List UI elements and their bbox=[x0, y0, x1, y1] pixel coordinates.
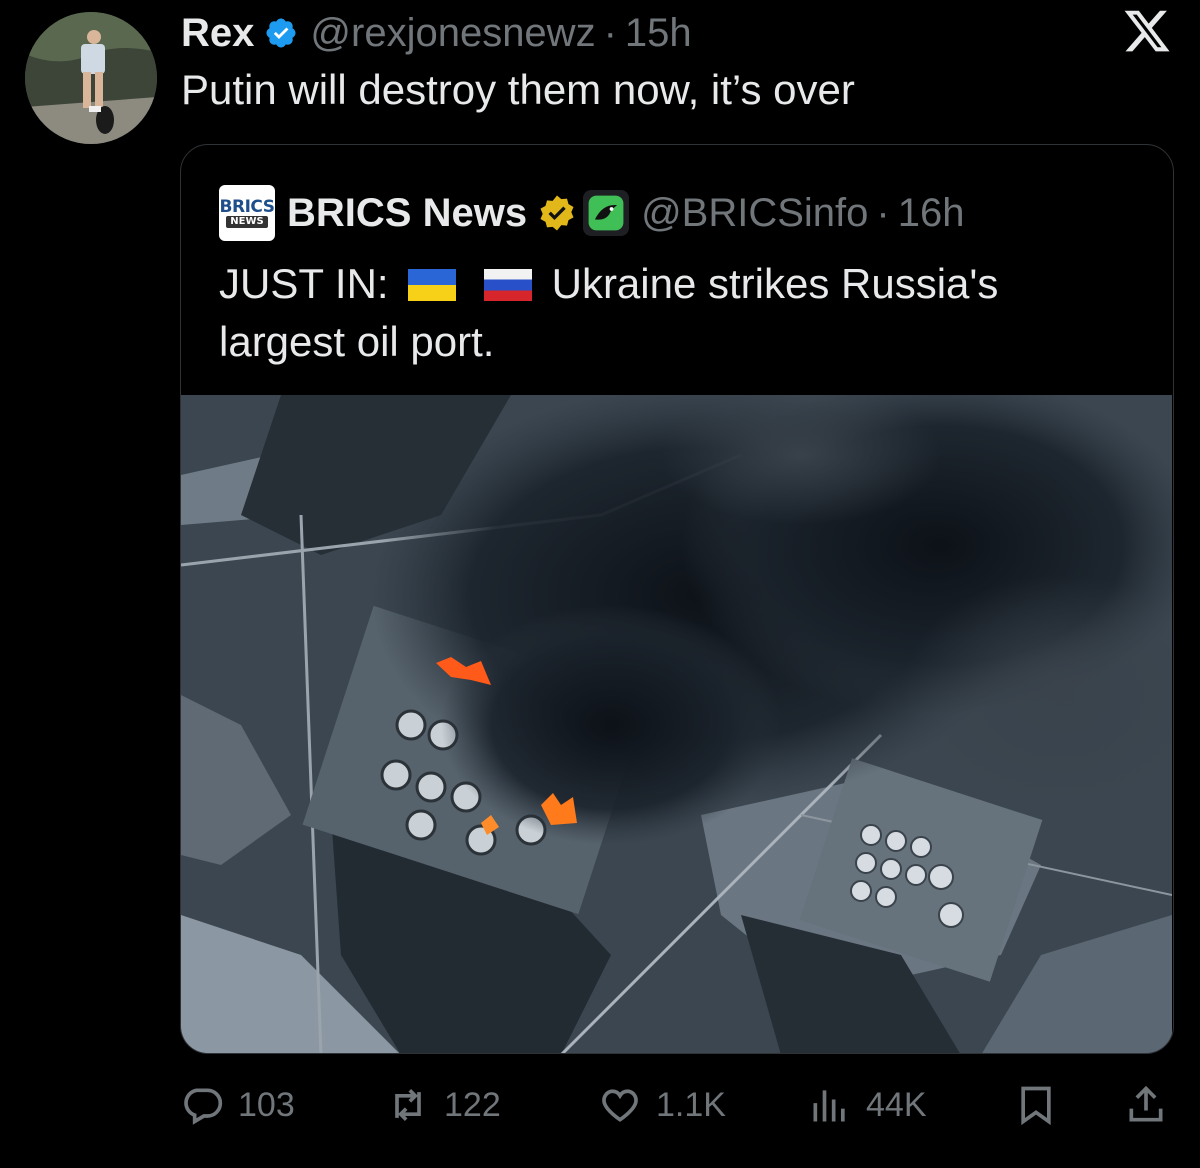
x-logo-icon[interactable] bbox=[1122, 6, 1172, 56]
repost-icon bbox=[395, 1089, 421, 1121]
views-icon bbox=[813, 1090, 845, 1122]
quoted-post-text: JUST IN: Ukraine strikes Russia's larges… bbox=[219, 255, 1119, 371]
author-name[interactable]: Rex bbox=[181, 11, 254, 56]
reply-count: 103 bbox=[238, 1085, 295, 1124]
post-header: Rex @rexjonesnewz · 15h bbox=[181, 8, 692, 58]
quoted-author-name[interactable]: BRICS News bbox=[287, 191, 527, 236]
quoted-post[interactable]: BRICS NEWS BRICS News @BRICSinfo · 16h J… bbox=[180, 144, 1174, 1054]
bookmark-icon bbox=[1021, 1086, 1051, 1126]
reply-icon bbox=[184, 1088, 223, 1125]
satellite-image[interactable] bbox=[181, 395, 1172, 1053]
repost-button[interactable]: 122 bbox=[386, 1080, 501, 1130]
views-button[interactable]: 44K bbox=[808, 1080, 927, 1130]
verified-badge-icon bbox=[266, 18, 296, 48]
separator-dot: · bbox=[603, 10, 617, 55]
views-count: 44K bbox=[866, 1085, 927, 1124]
quoted-post-time[interactable]: 16h bbox=[898, 191, 965, 236]
author-handle[interactable]: @rexjonesnewz bbox=[310, 11, 595, 56]
quoted-author-handle[interactable]: @BRICSinfo bbox=[641, 191, 868, 236]
logo-text-bottom: NEWS bbox=[226, 216, 268, 228]
logo-text-top: BRICS bbox=[219, 197, 275, 217]
repost-count: 122 bbox=[444, 1085, 501, 1124]
like-icon bbox=[602, 1089, 638, 1122]
russia-flag-icon bbox=[483, 269, 532, 301]
like-button[interactable]: 1.1K bbox=[598, 1080, 726, 1130]
action-bar: 103 122 1.1K 44K bbox=[180, 1080, 1180, 1130]
affiliate-badge-icon bbox=[583, 190, 630, 236]
ukraine-flag-icon bbox=[408, 269, 457, 301]
like-count: 1.1K bbox=[656, 1085, 726, 1124]
post-time[interactable]: 15h bbox=[625, 11, 692, 56]
separator-dot: · bbox=[876, 190, 890, 235]
quoted-text-prefix: JUST IN: bbox=[219, 260, 389, 307]
reply-button[interactable]: 103 bbox=[180, 1080, 295, 1130]
avatar[interactable] bbox=[25, 12, 157, 144]
brics-logo[interactable]: BRICS NEWS bbox=[219, 185, 275, 241]
share-icon bbox=[1129, 1085, 1163, 1122]
post-text: Putin will destroy them now, it’s over bbox=[181, 66, 855, 113]
quoted-post-header: BRICS NEWS BRICS News @BRICSinfo · 16h bbox=[219, 185, 964, 241]
gold-verified-icon bbox=[540, 195, 574, 231]
bookmark-button[interactable] bbox=[1014, 1080, 1072, 1130]
share-button[interactable] bbox=[1124, 1080, 1182, 1130]
